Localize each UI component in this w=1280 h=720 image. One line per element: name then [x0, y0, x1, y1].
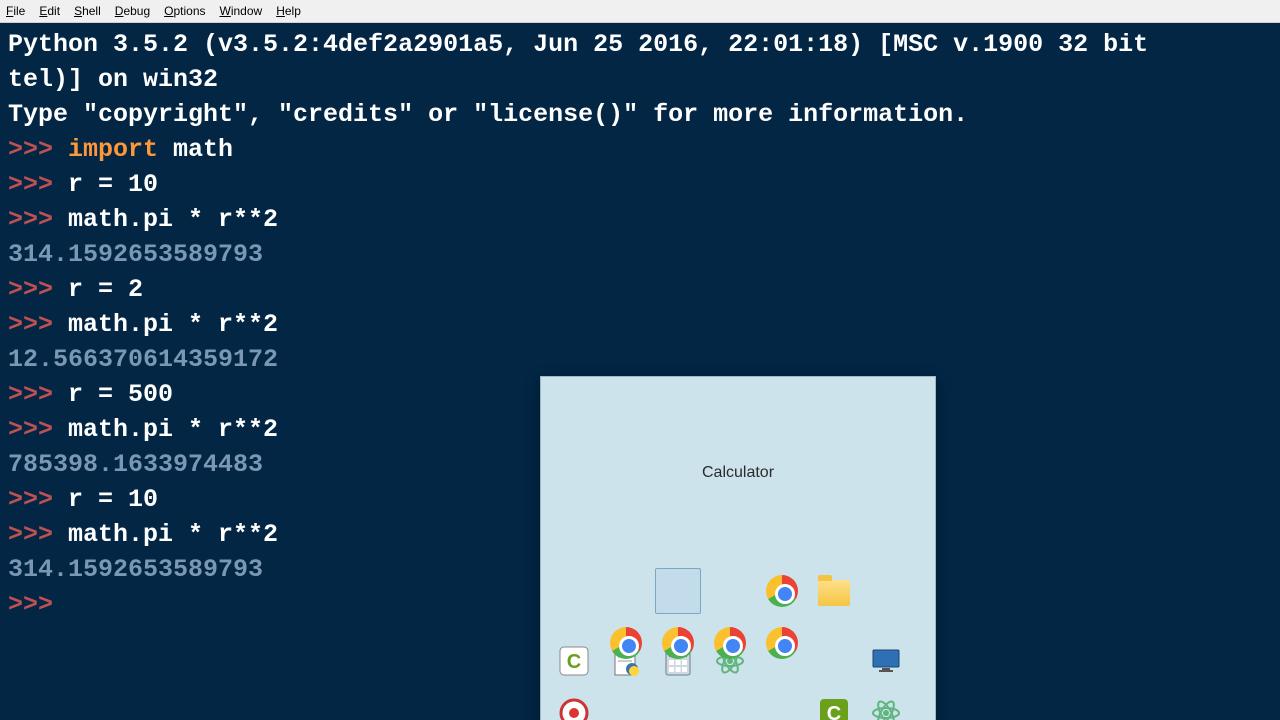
app-chrome[interactable]	[707, 620, 753, 666]
code-input: r = 500	[68, 380, 173, 409]
output-value: 785398.1633974483	[8, 450, 263, 479]
app-camtasia[interactable]: C	[811, 620, 857, 666]
app-recorder[interactable]	[551, 620, 597, 666]
svg-text:C: C	[827, 703, 841, 720]
keyword-import: import	[68, 135, 158, 164]
monitor-icon	[870, 575, 902, 607]
app-camtasia[interactable]: C	[551, 568, 597, 614]
module-name: math	[173, 135, 233, 164]
chrome-icon	[662, 627, 694, 659]
app-calculator[interactable]	[655, 568, 701, 614]
banner-line-1: Python 3.5.2 (v3.5.2:4def2a2901a5, Jun 2…	[8, 30, 1148, 59]
code-input: math.pi * r**2	[68, 205, 278, 234]
banner-line-3: Type "copyright", "credits" or "license(…	[8, 100, 968, 129]
menu-options[interactable]: Options	[164, 4, 205, 18]
atom-icon	[870, 627, 902, 659]
app-file-explorer[interactable]	[811, 568, 857, 614]
chrome-icon	[610, 627, 642, 659]
code-input: math.pi * r**2	[68, 415, 278, 444]
menu-window[interactable]: Window	[220, 4, 263, 18]
banner-line-2: tel)] on win32	[8, 65, 218, 94]
prompt: >>>	[8, 205, 68, 234]
camtasia-icon: C	[818, 627, 850, 659]
menu-shell[interactable]: Shell	[74, 4, 101, 18]
app-python-doc[interactable]	[603, 568, 649, 614]
prompt: >>>	[8, 590, 53, 619]
prompt: >>>	[8, 310, 68, 339]
menu-help[interactable]: Help	[276, 4, 301, 18]
record-icon	[558, 627, 590, 659]
prompt: >>>	[8, 170, 68, 199]
alt-tab-switcher: Calculator C	[540, 376, 936, 720]
code-input: r = 10	[68, 170, 158, 199]
output-value: 314.1592653589793	[8, 555, 263, 584]
chrome-icon	[766, 627, 798, 659]
alt-tab-grid: C	[541, 564, 935, 678]
python-shell[interactable]: Python 3.5.2 (v3.5.2:4def2a2901a5, Jun 2…	[0, 23, 1280, 720]
code-input: r = 2	[68, 275, 143, 304]
app-chrome[interactable]	[603, 620, 649, 666]
app-chrome[interactable]	[759, 568, 805, 614]
menu-debug[interactable]: Debug	[115, 4, 150, 18]
menu-edit[interactable]: Edit	[39, 4, 60, 18]
app-desktop[interactable]	[863, 568, 909, 614]
prompt: >>>	[8, 520, 68, 549]
chrome-icon	[714, 627, 746, 659]
output-value: 12.566370614359172	[8, 345, 278, 374]
menu-file[interactable]: File	[6, 4, 25, 18]
app-chrome[interactable]	[655, 620, 701, 666]
atom-icon	[714, 575, 746, 607]
folder-icon	[818, 580, 850, 606]
app-atom[interactable]	[863, 620, 909, 666]
chrome-icon	[766, 575, 798, 607]
prompt: >>>	[8, 485, 68, 514]
code-input: math.pi * r**2	[68, 310, 278, 339]
camtasia-icon: C	[558, 575, 590, 607]
alt-tab-title: Calculator	[541, 447, 935, 494]
document-icon	[610, 575, 642, 607]
app-chrome[interactable]	[759, 620, 805, 666]
code-input: r = 10	[68, 485, 158, 514]
menubar: File Edit Shell Debug Options Window Hel…	[0, 0, 1280, 23]
output-value: 314.1592653589793	[8, 240, 263, 269]
calculator-icon	[662, 575, 694, 607]
app-atom[interactable]	[707, 568, 753, 614]
code-input: math.pi * r**2	[68, 520, 278, 549]
prompt: >>>	[8, 415, 68, 444]
prompt: >>>	[8, 135, 68, 164]
prompt: >>>	[8, 275, 68, 304]
prompt: >>>	[8, 380, 68, 409]
